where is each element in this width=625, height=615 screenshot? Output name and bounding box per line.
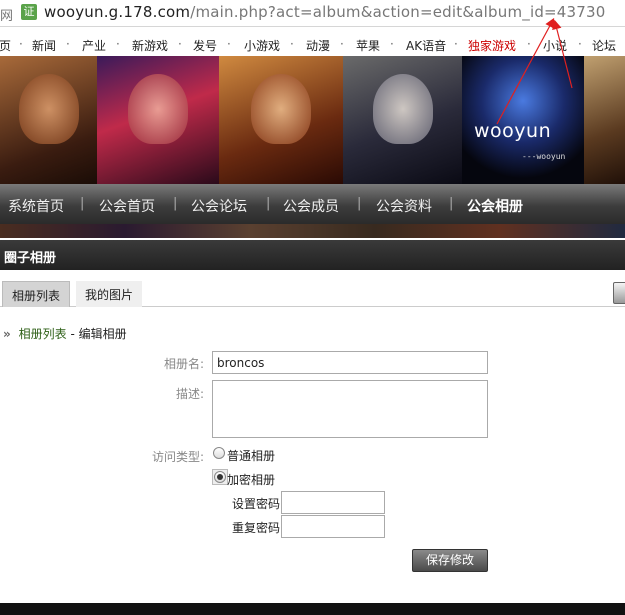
album-name-label: 相册名: <box>163 357 204 371</box>
breadcrumb-separator: - <box>70 327 75 341</box>
nav-divider: | <box>80 196 85 211</box>
guild-nav-item-members[interactable]: 公会成员 <box>283 196 339 216</box>
description-label: 描述: <box>175 387 204 401</box>
nav-divider: | <box>173 196 178 211</box>
description-textarea[interactable] <box>212 380 488 438</box>
guild-nav-item-albums[interactable]: 公会相册 <box>467 196 523 216</box>
footer-bar <box>0 603 625 615</box>
repeat-password-input[interactable] <box>281 515 385 538</box>
section-title: 圈子相册 <box>0 240 625 270</box>
guild-nav-item-system-home[interactable]: 系统首页 <box>8 196 64 216</box>
radio-normal-album[interactable] <box>213 447 225 459</box>
save-changes-button[interactable]: 保存修改 <box>412 549 488 572</box>
banner-bottom-strip <box>0 224 625 238</box>
guild-nav-item-forum[interactable]: 公会论坛 <box>191 196 247 216</box>
radio-encrypted-album[interactable] <box>214 471 226 483</box>
set-password-label: 设置密码 <box>232 497 281 511</box>
nav-divider: | <box>449 196 454 211</box>
tab-album-list[interactable]: 相册列表 <box>2 281 71 307</box>
nav-divider: | <box>357 196 362 211</box>
radio-normal-album-label: 普通相册 <box>227 449 276 463</box>
breadcrumb-current: 编辑相册 <box>78 327 127 341</box>
guild-nav-item-profile[interactable]: 公会资料 <box>376 196 432 216</box>
set-password-input[interactable] <box>281 491 385 514</box>
scroll-right-button[interactable] <box>613 282 625 304</box>
nav-divider: | <box>266 196 271 211</box>
annotation-arrows <box>496 17 573 125</box>
annotation-arrow-line <box>552 19 573 89</box>
guild-nav: 系统首页 | 公会首页 | 公会论坛 | 公会成员 | 公会资料 | 公会相册 <box>0 184 625 224</box>
tab-my-pictures[interactable]: 我的图片 <box>76 281 143 307</box>
chevron-right-icon: » <box>3 327 11 341</box>
breadcrumb-link[interactable]: 相册列表 <box>19 327 67 341</box>
repeat-password-label: 重复密码 <box>232 521 281 535</box>
breadcrumb: » 相册列表 - 编辑相册 <box>3 325 127 342</box>
album-tabs: 相册列表 我的图片 <box>0 281 625 307</box>
access-type-label: 访问类型: <box>151 450 204 464</box>
radio-encrypted-album-label: 加密相册 <box>227 473 276 487</box>
annotation-arrow-line <box>496 17 555 125</box>
album-name-input[interactable] <box>212 351 488 374</box>
guild-nav-item-guild-home[interactable]: 公会首页 <box>99 196 155 216</box>
